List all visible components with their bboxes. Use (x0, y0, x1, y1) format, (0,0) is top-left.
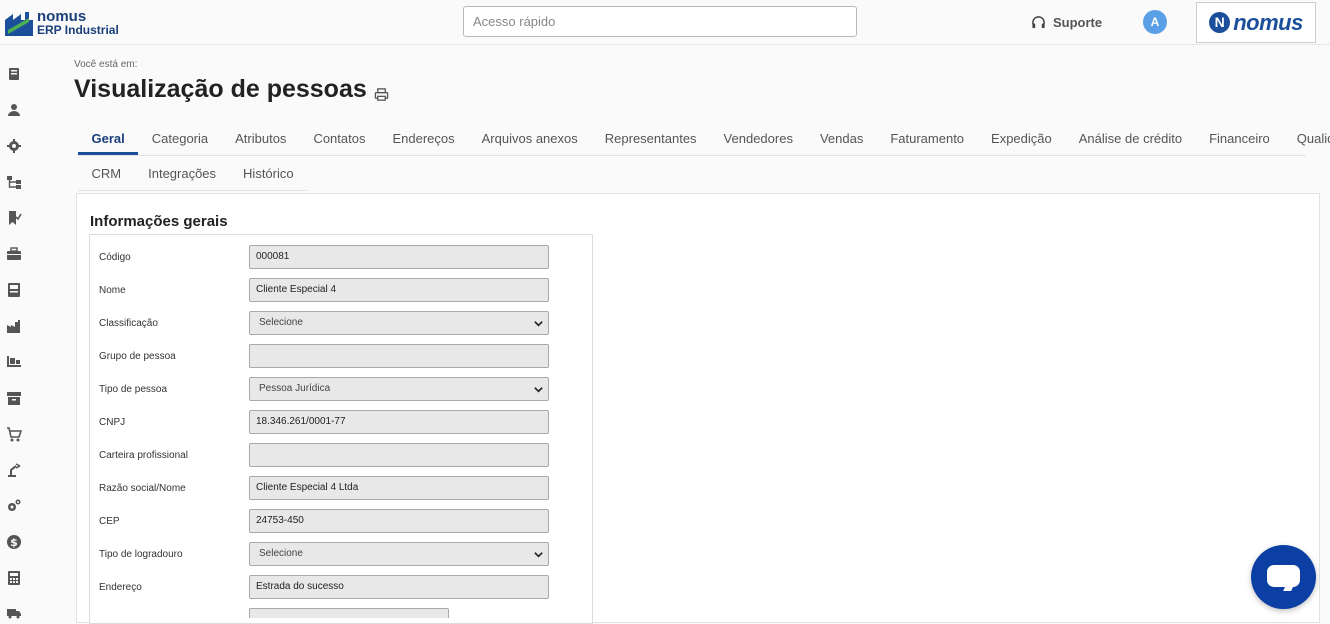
brand-logo: N nomus (1196, 2, 1316, 43)
tab-qualidade[interactable]: Qualidade (1283, 122, 1330, 155)
field-label: Grupo de pessoa (99, 351, 176, 362)
tab-representantes[interactable]: Representantes (591, 122, 710, 155)
tab-crm[interactable]: CRM (78, 157, 135, 190)
hierarchy-icon[interactable] (6, 174, 22, 190)
select-value: Pessoa Jurídica (259, 383, 331, 394)
tab-faturamento[interactable]: Faturamento (877, 122, 978, 155)
form-row-numero-partial (99, 608, 559, 618)
field-label: Tipo de logradouro (99, 549, 183, 560)
archive-box-icon[interactable] (6, 390, 22, 406)
tab-categoria[interactable]: Categoria (138, 122, 221, 155)
gear-icon[interactable] (6, 138, 22, 154)
brand-logo-text: nomus (1233, 9, 1303, 35)
tipo-de-logradouro-select[interactable]: Selecione (249, 542, 549, 566)
cep-field[interactable]: 24753-450 (249, 509, 549, 533)
tab-geral[interactable]: Geral (78, 122, 139, 155)
form-row-carteira-profissional: Carteira profissional (99, 443, 559, 467)
tab-vendas[interactable]: Vendas (806, 122, 876, 155)
select-value: Selecione (259, 548, 303, 559)
chevron-down-icon (533, 549, 544, 560)
field-label: CEP (99, 516, 120, 527)
form-row-tipo-de-pessoa: Tipo de pessoa Pessoa Jurídica (99, 377, 559, 401)
pallet-icon[interactable] (6, 354, 22, 370)
document-icon[interactable] (6, 282, 22, 298)
field-label: Tipo de pessoa (99, 384, 168, 395)
field-label: Código (99, 252, 131, 263)
section-title: Informações gerais (90, 213, 228, 230)
form-row-endereco: Endereço Estrada do sucesso (99, 575, 559, 599)
brand-logo-mark: N (1209, 12, 1231, 33)
briefcase-icon[interactable] (6, 246, 22, 262)
form-row-razao-social: Razão social/Nome Cliente Especial 4 Ltd… (99, 476, 559, 500)
sidebar: $ (0, 46, 28, 619)
breadcrumb: Você está em: (74, 59, 138, 70)
book-icon[interactable] (6, 66, 22, 82)
tab-historico[interactable]: Histórico (230, 157, 308, 190)
factory-logo-icon (5, 12, 33, 36)
support-link[interactable]: Suporte (1031, 14, 1102, 30)
page-title: Visualização de pessoas (74, 75, 367, 103)
person-icon[interactable] (6, 102, 22, 118)
tipo-de-pessoa-select[interactable]: Pessoa Jurídica (249, 377, 549, 401)
gears-icon[interactable] (6, 498, 22, 514)
tab-expedicao[interactable]: Expedição (978, 122, 1066, 155)
chat-icon (1267, 565, 1300, 587)
shopping-cart-icon[interactable] (6, 426, 22, 442)
endereco-field[interactable]: Estrada do sucesso (249, 575, 549, 599)
form-row-tipo-de-logradouro: Tipo de logradouro Selecione (99, 542, 559, 566)
form-row-codigo: Código 000081 (99, 245, 559, 269)
chat-button[interactable] (1251, 545, 1316, 609)
tab-contatos[interactable]: Contatos (300, 122, 379, 155)
user-avatar[interactable]: A (1143, 10, 1167, 34)
form-row-nome: Nome Cliente Especial 4 (99, 278, 559, 302)
chevron-down-icon (533, 384, 544, 395)
classificacao-select[interactable]: Selecione (249, 311, 549, 335)
grupo-de-pessoa-field[interactable] (249, 344, 549, 368)
field-label: Classificação (99, 318, 158, 329)
numero-field[interactable] (249, 608, 449, 618)
razao-social-field[interactable]: Cliente Especial 4 Ltda (249, 476, 549, 500)
tab-atributos[interactable]: Atributos (222, 122, 300, 155)
field-label: Razão social/Nome (99, 483, 186, 494)
form-row-grupo-de-pessoa: Grupo de pessoa (99, 344, 559, 368)
svg-text:$: $ (10, 536, 18, 549)
tab-integracoes[interactable]: Integrações (135, 157, 230, 190)
codigo-field[interactable]: 000081 (249, 245, 549, 269)
print-icon[interactable] (374, 87, 389, 102)
cnpj-field[interactable]: 18.346.261/0001-77 (249, 410, 549, 434)
field-label: Carteira profissional (99, 450, 188, 461)
tab-bar-row-2: CRM Integrações Histórico (78, 157, 308, 191)
field-label: Nome (99, 285, 126, 296)
field-label: Endereço (99, 582, 142, 593)
tab-financeiro[interactable]: Financeiro (1196, 122, 1284, 155)
factory-icon[interactable] (6, 318, 22, 334)
nome-field[interactable]: Cliente Especial 4 (249, 278, 549, 302)
headset-icon (1032, 15, 1045, 28)
dollar-icon[interactable]: $ (6, 534, 22, 550)
carteira-profissional-field[interactable] (249, 443, 549, 467)
quick-access-input[interactable]: Acesso rápido (463, 6, 857, 37)
tab-vendedores[interactable]: Vendedores (710, 122, 806, 155)
form-row-cep: CEP 24753-450 (99, 509, 559, 533)
tab-arquivos-anexos[interactable]: Arquivos anexos (468, 122, 591, 155)
tab-analise-de-credito[interactable]: Análise de crédito (1065, 122, 1195, 155)
app-logo[interactable]: nomus ERP Industrial (5, 8, 123, 38)
logo-subtitle: ERP Industrial (37, 23, 119, 37)
select-value: Selecione (259, 317, 303, 328)
bookmark-check-icon[interactable] (6, 210, 22, 226)
form-row-cnpj: CNPJ 18.346.261/0001-77 (99, 410, 559, 434)
support-label: Suporte (1053, 14, 1103, 30)
form-row-classificacao: Classificação Selecione (99, 311, 559, 335)
calculator-icon[interactable] (6, 570, 22, 586)
tab-bar-row-1: Geral Categoria Atributos Contatos Ender… (78, 122, 1330, 156)
logo-name: nomus (37, 8, 87, 25)
robot-arm-icon[interactable] (6, 462, 22, 478)
top-bar: nomus ERP Industrial Acesso rápido Supor… (0, 0, 1330, 45)
chevron-down-icon (533, 318, 544, 329)
field-label: CNPJ (99, 417, 126, 428)
tab-enderecos[interactable]: Endereços (379, 122, 468, 155)
